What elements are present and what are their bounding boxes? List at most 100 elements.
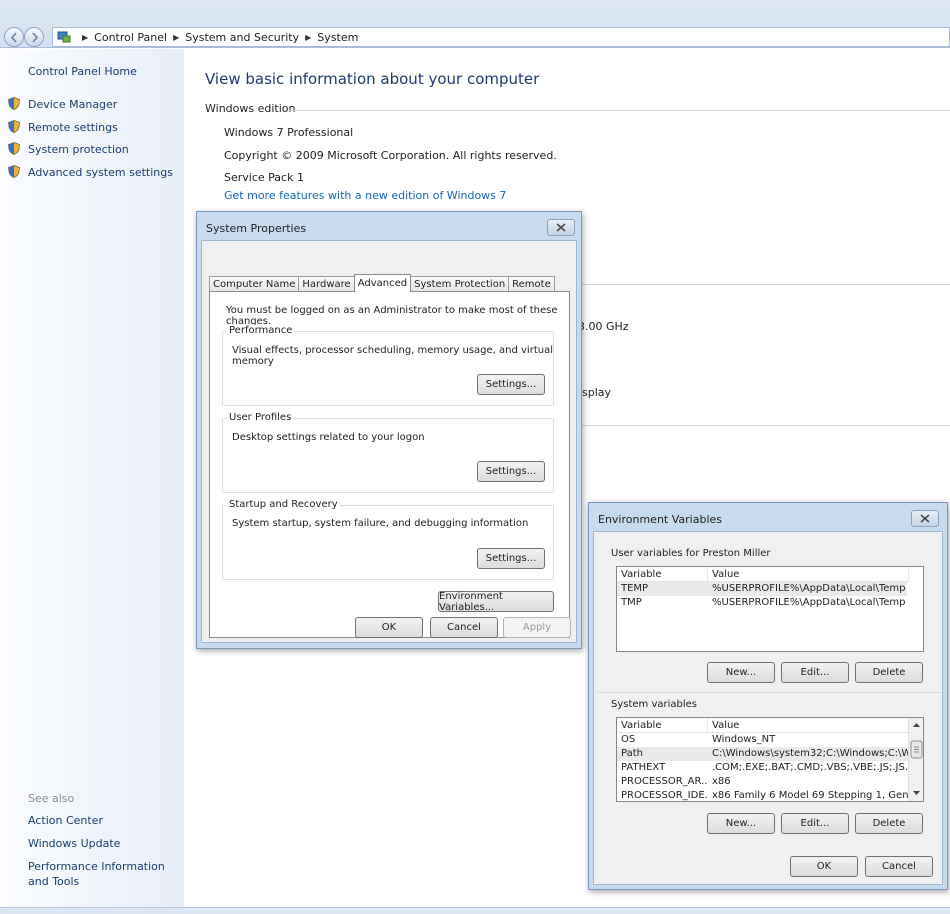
environment-variables-button[interactable]: Environment Variables... — [438, 591, 554, 613]
close-button[interactable] — [911, 510, 939, 527]
tab-strip: Computer Name Hardware Advanced System P… — [209, 274, 555, 292]
system-variables-label: System variables — [611, 699, 698, 710]
system-new-button[interactable]: New... — [707, 813, 775, 834]
group-title: User Profiles — [227, 412, 294, 423]
back-arrow-icon — [10, 32, 17, 43]
tab-remote[interactable]: Remote — [508, 276, 555, 292]
list-item[interactable]: PROCESSOR_IDE... x86 Family 6 Model 69 S… — [617, 789, 908, 801]
control-panel-icon — [57, 31, 71, 43]
section-divider — [288, 110, 950, 111]
user-profiles-group: User Profiles Desktop settings related t… — [222, 412, 554, 493]
value-cell: %USERPROFILE%\AppData\Local\Temp — [712, 583, 906, 594]
device-manager-link[interactable]: Device Manager — [28, 98, 117, 111]
ok-button[interactable]: OK — [355, 617, 423, 638]
left-nav-pane: Control Panel Home Device Manager Remote… — [0, 49, 184, 907]
user-delete-button[interactable]: Delete — [855, 662, 923, 683]
tab-system-protection[interactable]: System Protection — [410, 276, 510, 292]
close-button[interactable] — [547, 219, 575, 236]
list-header: Variable Value — [617, 718, 909, 733]
processor-speed-text: 3.00 GHz — [578, 320, 629, 333]
user-variables-list[interactable]: Variable Value TEMP %USERPROFILE%\AppDat… — [616, 566, 924, 652]
apply-button[interactable]: Apply — [503, 617, 571, 638]
group-title: Performance — [227, 325, 295, 336]
variable-cell: TMP — [621, 597, 642, 608]
section-divider — [582, 425, 950, 426]
user-profiles-settings-button[interactable]: Settings... — [477, 461, 545, 482]
group-description: System startup, system failure, and debu… — [232, 518, 529, 529]
control-panel-home-link[interactable]: Control Panel Home — [28, 65, 137, 78]
column-header-variable[interactable]: Variable — [617, 718, 708, 733]
window-bottom-border — [0, 907, 950, 914]
system-edit-button[interactable]: Edit... — [781, 813, 849, 834]
forward-button[interactable] — [24, 27, 44, 47]
column-header-value[interactable]: Value — [708, 718, 909, 733]
chevron-right-icon: ▶ — [82, 32, 89, 42]
more-features-link[interactable]: Get more features with a new edition of … — [224, 189, 506, 202]
column-header-variable[interactable]: Variable — [617, 567, 708, 582]
user-new-button[interactable]: New... — [707, 662, 775, 683]
shield-icon — [8, 142, 20, 155]
advanced-system-settings-link[interactable]: Advanced system settings — [28, 166, 173, 179]
tab-computer-name[interactable]: Computer Name — [209, 276, 300, 292]
performance-information-link[interactable]: Performance Information and Tools — [28, 859, 178, 889]
breadcrumb-system[interactable]: System — [317, 31, 358, 44]
column-header-value[interactable]: Value — [708, 567, 909, 582]
chevron-right-icon: ▶ — [173, 32, 180, 42]
forward-arrow-icon — [32, 32, 39, 43]
list-header: Variable Value — [617, 567, 909, 582]
admin-note: You must be logged on as an Administrato… — [226, 305, 558, 327]
system-delete-button[interactable]: Delete — [855, 813, 923, 834]
shield-icon — [8, 97, 20, 110]
ok-button[interactable]: OK — [790, 856, 858, 877]
windows-edition-heading: Windows edition — [205, 102, 296, 115]
cancel-button[interactable]: Cancel — [430, 617, 498, 638]
section-divider — [582, 284, 950, 285]
environment-variables-dialog: Environment Variables User variables for… — [588, 502, 948, 890]
shield-icon — [8, 165, 20, 178]
system-properties-dialog: System Properties Computer Name Hardware… — [196, 211, 582, 649]
variable-cell: PROCESSOR_IDE... — [621, 790, 708, 801]
action-center-link[interactable]: Action Center — [28, 814, 103, 827]
shield-icon — [8, 120, 20, 133]
vertical-scrollbar[interactable] — [908, 718, 923, 801]
cancel-button[interactable]: Cancel — [865, 856, 933, 877]
startup-recovery-group: Startup and Recovery System startup, sys… — [222, 499, 554, 580]
value-cell: Windows_NT — [712, 734, 776, 745]
back-button[interactable] — [4, 27, 24, 47]
tab-hardware[interactable]: Hardware — [298, 276, 355, 292]
value-cell: .COM;.EXE;.BAT;.CMD;.VBS;.VBE;.JS;.JS... — [712, 762, 908, 773]
divider — [597, 692, 941, 693]
variable-cell: Path — [621, 748, 643, 759]
performance-settings-button[interactable]: Settings... — [477, 374, 545, 395]
breadcrumb-system-security[interactable]: System and Security — [185, 31, 299, 44]
dialog-title: System Properties — [206, 222, 307, 235]
list-item[interactable]: TEMP %USERPROFILE%\AppData\Local\Temp — [617, 582, 907, 596]
user-edit-button[interactable]: Edit... — [781, 662, 849, 683]
copyright-text: Copyright © 2009 Microsoft Corporation. … — [224, 149, 557, 162]
value-cell: x86 Family 6 Model 69 Stepping 1, Genui.… — [712, 790, 908, 801]
tab-advanced[interactable]: Advanced — [353, 274, 412, 292]
list-item[interactable]: PATHEXT .COM;.EXE;.BAT;.CMD;.VBS;.VBE;.J… — [617, 761, 908, 775]
startup-settings-button[interactable]: Settings... — [477, 548, 545, 569]
scroll-down-arrow-icon[interactable] — [913, 791, 920, 795]
value-cell: C:\Windows\system32;C:\Windows;C:\Wi... — [712, 748, 908, 759]
page-title: View basic information about your comput… — [205, 70, 540, 88]
list-item[interactable]: PROCESSOR_AR... x86 — [617, 775, 908, 789]
scroll-up-arrow-icon[interactable] — [913, 723, 920, 727]
breadcrumb[interactable]: ▶ Control Panel ▶ System and Security ▶ … — [52, 27, 950, 47]
system-variables-list[interactable]: Variable Value OS Windows_NT Path C:\Win… — [616, 717, 924, 802]
breadcrumb-control-panel[interactable]: Control Panel — [94, 31, 167, 44]
system-protection-link[interactable]: System protection — [28, 143, 129, 156]
close-icon — [556, 223, 566, 232]
list-item[interactable]: Path C:\Windows\system32;C:\Windows;C:\W… — [617, 747, 908, 761]
list-item[interactable]: TMP %USERPROFILE%\AppData\Local\Temp — [617, 596, 907, 610]
variable-cell: PROCESSOR_AR... — [621, 776, 708, 787]
remote-settings-link[interactable]: Remote settings — [28, 121, 118, 134]
variable-cell: PATHEXT — [621, 762, 666, 773]
windows-update-link[interactable]: Windows Update — [28, 837, 120, 850]
chevron-right-icon: ▶ — [305, 32, 312, 42]
variable-cell: OS — [621, 734, 636, 745]
advanced-tab-panel: You must be logged on as an Administrato… — [209, 291, 570, 638]
list-item[interactable]: OS Windows_NT — [617, 733, 908, 747]
group-description: Desktop settings related to your logon — [232, 432, 425, 443]
